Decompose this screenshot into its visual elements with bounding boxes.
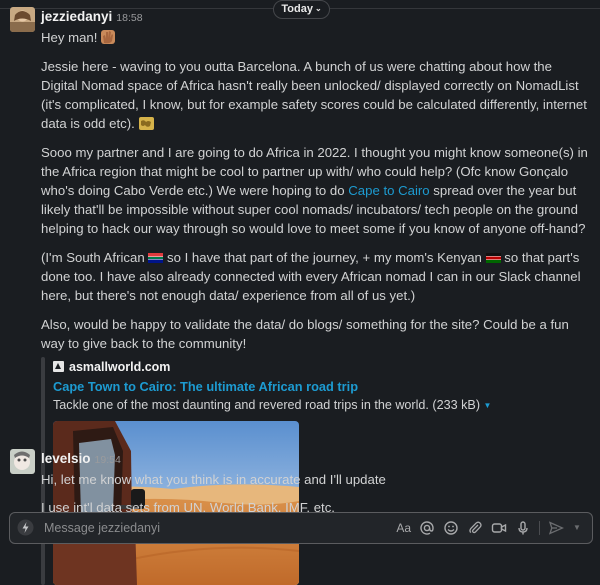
- timestamp[interactable]: 18:58: [116, 12, 142, 24]
- avatar[interactable]: [10, 7, 35, 32]
- description-text: Tackle one of the most daunting and reve…: [53, 398, 481, 412]
- attach-icon[interactable]: [467, 520, 483, 536]
- collapse-toggle-icon[interactable]: ▼: [484, 401, 492, 410]
- microphone-icon[interactable]: [515, 520, 531, 536]
- link-preview-site-name[interactable]: asmallworld.com: [69, 360, 170, 374]
- message-paragraph-4: Also, would be happy to validate the dat…: [41, 315, 588, 353]
- video-icon[interactable]: [491, 520, 507, 536]
- message-paragraph-1: Jessie here - waving to you outta Barcel…: [41, 57, 588, 133]
- message-composer[interactable]: Message jezziedanyi Aa ▼: [9, 512, 593, 544]
- message-input[interactable]: Message jezziedanyi: [44, 519, 160, 538]
- world-map-emoji-icon: [138, 116, 154, 130]
- timestamp[interactable]: 19:54: [95, 454, 121, 466]
- greeting-text: Hey man!: [41, 30, 98, 45]
- site-favicon-icon: [53, 358, 64, 372]
- cape-to-cairo-link[interactable]: Cape to Cairo: [348, 183, 429, 198]
- message-text: Hi, let me know what you think is in acc…: [41, 472, 386, 487]
- message-paragraph-2: Sooo my partner and I are going to do Af…: [41, 143, 588, 238]
- message-paragraph-3: (I'm South African so I have that part o…: [41, 248, 588, 305]
- avatar[interactable]: [10, 449, 35, 474]
- link-preview-description: Tackle one of the most daunting and reve…: [53, 396, 588, 415]
- kenya-flag-icon: [485, 253, 501, 263]
- paragraph-text: Also, would be happy to validate the dat…: [41, 317, 569, 351]
- lightning-icon[interactable]: [17, 519, 34, 536]
- link-preview-site: asmallworld.com: [53, 357, 588, 377]
- south-africa-flag-icon: [148, 253, 164, 263]
- author-name[interactable]: jezziedanyi: [41, 9, 112, 24]
- format-icon[interactable]: Aa: [396, 520, 411, 536]
- link-preview-title[interactable]: Cape Town to Cairo: The ultimate African…: [53, 377, 588, 396]
- toolbar-divider: [539, 521, 540, 535]
- message-header: levelsio 19:54: [41, 449, 588, 470]
- paragraph-text: Jessie here - waving to you outta Barcel…: [41, 59, 587, 131]
- waving-hand-emoji-icon: [101, 30, 116, 44]
- at-icon[interactable]: [419, 520, 435, 536]
- message-text: Hey man!: [41, 28, 588, 47]
- chevron-down-icon[interactable]: ▼: [572, 520, 582, 536]
- composer-toolbar: Aa ▼: [396, 519, 582, 537]
- author-name[interactable]: levelsio: [41, 451, 91, 466]
- send-icon[interactable]: [548, 520, 564, 536]
- emoji-icon[interactable]: [443, 520, 459, 536]
- message-header: jezziedanyi 18:58: [41, 7, 588, 28]
- paragraph-text: so I have that part of the journey, + my…: [163, 250, 486, 265]
- paragraph-text: (I'm South African: [41, 250, 149, 265]
